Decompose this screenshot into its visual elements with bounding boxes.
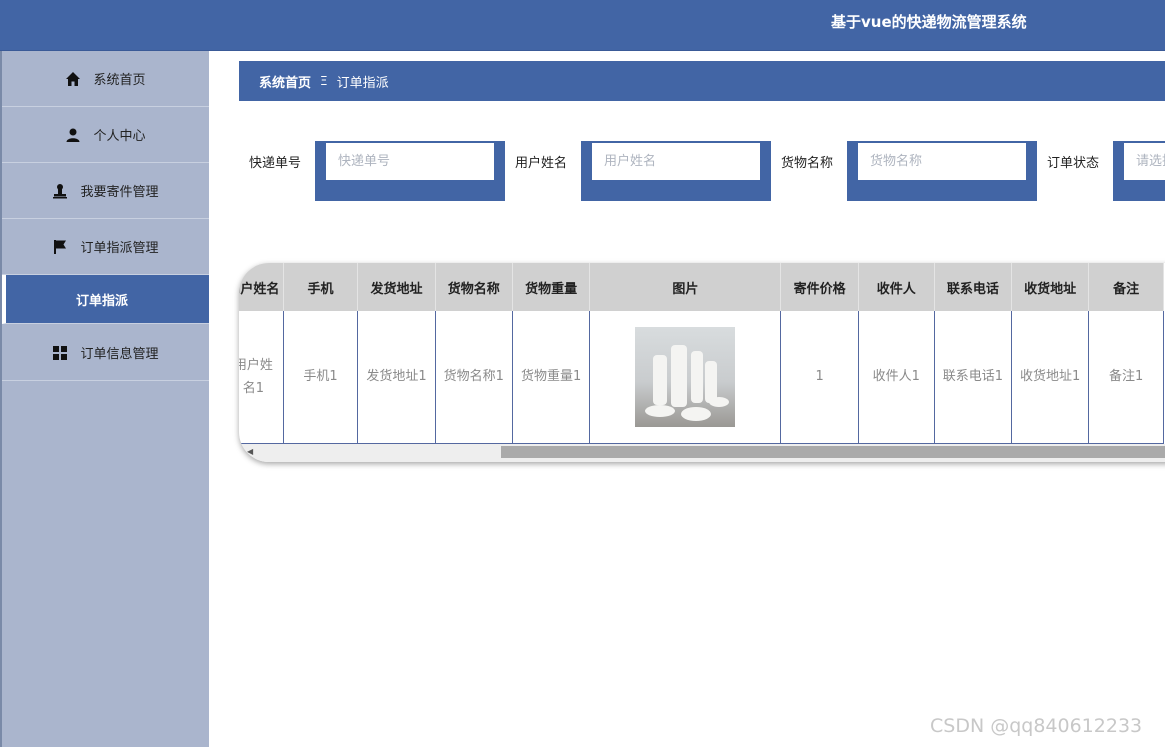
sidebar-item-send-management[interactable]: 我要寄件管理 [2,163,209,219]
filter-box-goods-name [847,141,1037,201]
sidebar-item-order-assign[interactable]: 订单指派 [2,275,209,324]
horizontal-scrollbar[interactable]: ◀ [239,444,1165,462]
stamp-icon [53,183,68,198]
column-header[interactable]: 备注 [1088,263,1164,311]
column-header[interactable]: 图片 [589,263,782,311]
top-header: 基于vue的快递物流管理系统 [0,0,1165,51]
sidebar-item-label: 订单信息管理 [80,347,159,362]
column-header[interactable]: 手机 [283,263,359,311]
table-cell: 收件人1 [858,311,935,444]
table-cell: 货物名称1 [435,311,513,444]
order-status-select[interactable] [1124,143,1165,180]
column-header[interactable]: 货物名称 [435,263,513,311]
main-content: 系统首页 Ξ 订单指派 快递单号 用户姓名 货物名称 订单状态 用户姓名 手机 … [209,51,1165,747]
sidebar-item-label: 订单指派 [76,293,129,309]
table-header-row: 用户姓名 手机 发货地址 货物名称 货物重量 图片 寄件价格 收件人 联系电话 … [239,263,1164,311]
sidebar-item-order-assign-management[interactable]: 订单指派管理 [2,219,209,275]
filter-label-goods-name: 货物名称 [781,156,834,171]
home-icon [66,71,81,86]
column-header[interactable]: 用户姓名 [239,263,284,311]
breadcrumb-home[interactable]: 系统首页 [259,72,311,91]
table-cell: 1 [780,311,859,444]
table-cell: 货物重量1 [512,311,591,444]
column-header[interactable]: 发货地址 [357,263,436,311]
breadcrumb-current: 订单指派 [336,75,389,91]
flag-icon [54,239,67,254]
watermark: CSDN @qq840612233 [930,715,1143,737]
table-row[interactable]: 用户姓名1 手机1 发货地址1 货物名称1 货物重量1 1 收件人1 联系电话1… [239,311,1164,444]
table-cell-image [589,311,782,444]
filter-label-order-status: 订单状态 [1047,156,1100,171]
filter-label-user-name: 用户姓名 [515,156,568,171]
user-name-input[interactable] [592,143,760,180]
sidebar-item-personal-center[interactable]: 个人中心 [2,107,209,163]
tracking-number-input[interactable] [326,143,494,180]
goods-name-input[interactable] [858,143,1026,180]
order-table: 用户姓名 手机 发货地址 货物名称 货物重量 图片 寄件价格 收件人 联系电话 … [239,263,1164,444]
table-cell: 收货地址1 [1011,311,1090,444]
breadcrumb: 系统首页 Ξ 订单指派 [239,61,1165,101]
table-cell: 用户姓名1 [239,311,284,444]
user-icon [66,128,80,142]
sidebar-item-home[interactable]: 系统首页 [2,51,209,107]
goods-image[interactable] [635,326,736,427]
filter-label-tracking-number: 快递单号 [249,156,302,171]
column-header[interactable]: 货物重量 [512,263,591,311]
column-header[interactable]: 寄件价格 [780,263,859,311]
table-cell: 备注1 [1088,311,1164,444]
scroll-left-arrow-icon[interactable]: ◀ [247,447,253,456]
column-header[interactable]: 收货地址 [1011,263,1090,311]
filter-box-user-name [581,141,771,201]
sidebar-item-label: 我要寄件管理 [80,185,159,200]
column-header[interactable]: 联系电话 [934,263,1013,311]
scrollbar-thumb[interactable] [501,446,1165,458]
sidebar-item-label: 订单指派管理 [80,241,159,256]
data-table: 用户姓名 手机 发货地址 货物名称 货物重量 图片 寄件价格 收件人 联系电话 … [239,263,1165,462]
sidebar-item-label: 个人中心 [93,129,146,144]
grid-icon [53,345,68,360]
sidebar-item-order-info-management[interactable]: 订单信息管理 [2,325,209,381]
filter-box-order-status [1113,141,1165,201]
table-cell: 发货地址1 [357,311,436,444]
sidebar: 系统首页 个人中心 我要寄件管理 订单指派管理 订单指派 订单信息管理 [0,51,209,747]
table-cell: 联系电话1 [934,311,1013,444]
filter-box-tracking-number [315,141,505,201]
sidebar-item-label: 系统首页 [93,73,146,88]
column-header[interactable]: 收件人 [858,263,935,311]
breadcrumb-separator: Ξ [320,74,328,88]
table-cell: 手机1 [283,311,359,444]
app-title: 基于vue的快递物流管理系统 [831,13,1027,31]
